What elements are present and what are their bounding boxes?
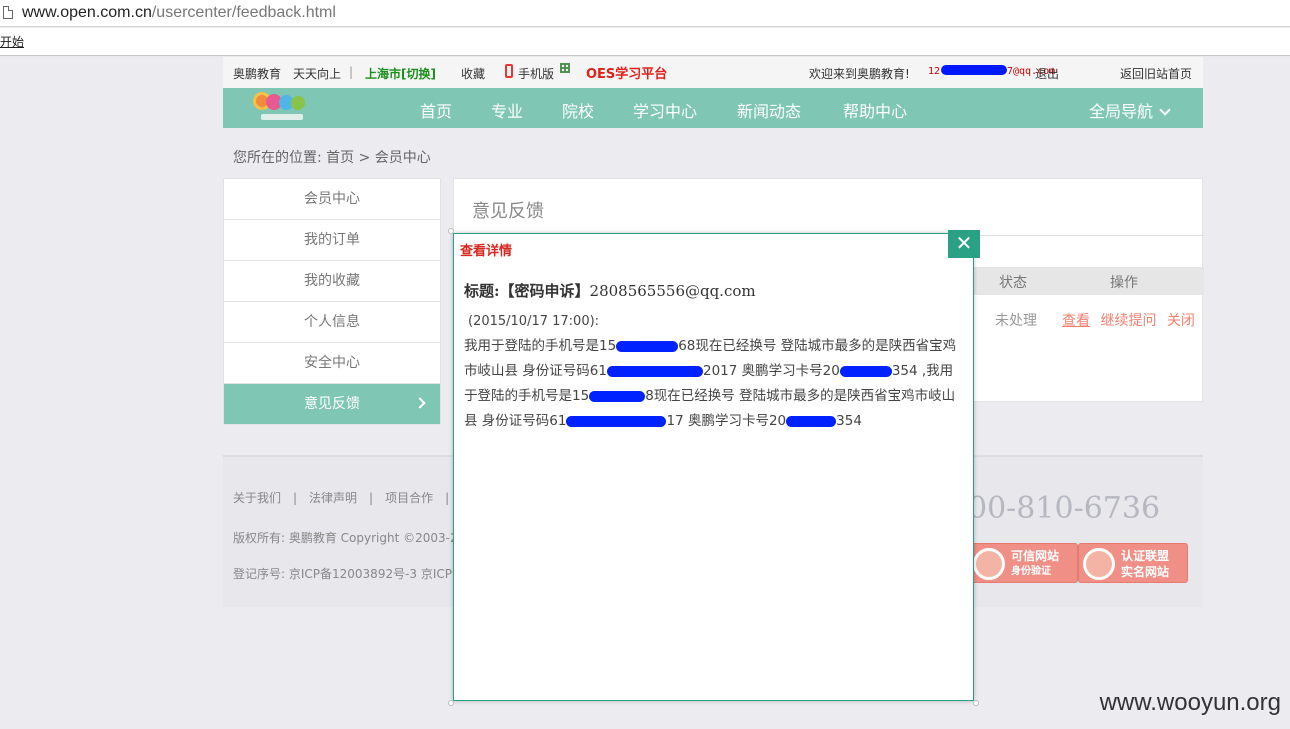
redaction-mark: [839, 365, 892, 377]
footer-icp: 登记序号: 京ICP备12003892号-3 京ICP证: [233, 567, 465, 581]
resize-handle[interactable]: [448, 228, 454, 234]
sidebar-item-security[interactable]: 安全中心: [224, 343, 440, 384]
view-link[interactable]: 查看: [1062, 313, 1090, 329]
member-sidebar: 会员中心 我的订单 我的收藏 个人信息 安全中心 意见反馈: [223, 178, 441, 425]
resize-handle[interactable]: [448, 700, 454, 706]
panel-title: 意见反馈: [472, 201, 544, 222]
modal-title: 查看详情: [460, 244, 513, 259]
address-bar[interactable]: www.open.com.cn/usercenter/feedback.html: [0, 0, 1290, 27]
sidebar-item-member-center[interactable]: 会员中心: [224, 179, 440, 220]
footer-links[interactable]: 关于我们 | 法律声明 | 项目合作 |: [233, 489, 449, 506]
favorite-link[interactable]: 收藏: [461, 65, 485, 82]
redaction-mark: [616, 340, 679, 352]
auth-alliance-badge[interactable]: 认证联盟 实名网站: [1078, 543, 1188, 583]
mobile-phone-icon: [505, 64, 513, 78]
welcome-text: 欢迎来到奥鹏教育!: [809, 67, 910, 81]
nav-help[interactable]: 帮助中心: [843, 98, 907, 122]
bookmarks-bar: 开始: [0, 28, 1290, 56]
resize-handle[interactable]: [973, 700, 979, 706]
feedback-detail-modal: 查看详情 ✕ 标题:【密码申诉】2808565556@qq.com (2015/…: [448, 228, 980, 706]
mobile-version-link[interactable]: 手机版: [518, 65, 554, 82]
logout-link[interactable]: 退出: [1035, 65, 1059, 82]
global-nav-button[interactable]: 全局导航: [1089, 98, 1171, 122]
nav-learning-center[interactable]: 学习中心: [633, 98, 697, 122]
row-status: 未处理: [995, 313, 1037, 329]
continue-ask-link[interactable]: 继续提问: [1100, 313, 1156, 329]
column-status: 状态: [999, 275, 1027, 291]
top-utility-bar: 奥鹏教育 天天向上 | 上海市[切换] 收藏 手机版 OES学习平台 欢迎来到奥…: [223, 57, 1203, 88]
page-icon: [3, 6, 13, 19]
old-site-link[interactable]: 返回旧站首页: [1120, 65, 1192, 82]
hotline-number: 00-810-6736: [968, 491, 1161, 526]
nav-college[interactable]: 院校: [562, 98, 594, 122]
footer-copyright: 版权所有: 奥鹏教育 Copyright ©2003-20: [233, 531, 466, 545]
feedback-time: (2015/10/17 17:00):: [468, 314, 600, 329]
redaction-mark: [786, 415, 837, 427]
slogan: 天天向上: [293, 67, 342, 81]
sidebar-item-favorites[interactable]: 我的收藏: [224, 261, 440, 302]
close-link[interactable]: 关闭: [1167, 313, 1195, 329]
feedback-body: 我用于登陆的手机号是15 68现在已经换号 登陆城市最多的是陕西省宝鸡市岐山县 身…: [464, 338, 957, 429]
chevron-down-icon: [1159, 104, 1171, 116]
auth-seal-icon: [1083, 548, 1115, 580]
row-actions: 查看 继续提问 关闭: [1062, 310, 1201, 330]
nav-major[interactable]: 专业: [491, 98, 523, 122]
redaction-mark: [589, 390, 646, 402]
column-action: 操作: [1110, 275, 1138, 291]
trusted-seal-icon: [973, 548, 1005, 580]
trusted-site-badge[interactable]: 可信网站 身份验证: [968, 543, 1078, 583]
feedback-subject: 标题:【密码申诉】2808565556@qq.com: [464, 282, 756, 300]
nav-home[interactable]: 首页: [420, 98, 452, 122]
chevron-right-icon: [414, 397, 426, 409]
sidebar-item-orders[interactable]: 我的订单: [224, 220, 440, 261]
username-prefix[interactable]: 12: [928, 66, 940, 77]
url-text[interactable]: www.open.com.cn/usercenter/feedback.html: [22, 4, 336, 22]
separator: |: [349, 65, 354, 79]
redaction-mark: [606, 365, 703, 377]
watermark: www.wooyun.org: [1099, 689, 1281, 716]
bookmark-start[interactable]: 开始: [0, 33, 24, 50]
main-nav: 首页 专业 院校 学习中心 新闻动态 帮助中心 全局导航: [223, 88, 1203, 128]
nav-news[interactable]: 新闻动态: [737, 98, 801, 122]
breadcrumb: 您所在的位置: 首页 > 会员中心: [233, 150, 431, 166]
redaction-mark: [941, 65, 1007, 75]
sidebar-item-feedback[interactable]: 意见反馈: [224, 384, 440, 425]
brand-link[interactable]: 奥鹏教育: [233, 65, 281, 82]
oes-platform-link[interactable]: OES学习平台: [586, 63, 667, 82]
close-icon[interactable]: ✕: [948, 230, 980, 258]
city-switch-link[interactable]: 上海市[切换]: [365, 65, 436, 82]
sidebar-item-profile[interactable]: 个人信息: [224, 302, 440, 343]
redaction-mark: [566, 415, 667, 427]
open-logo[interactable]: [253, 92, 309, 124]
qr-code-icon[interactable]: [560, 63, 570, 73]
